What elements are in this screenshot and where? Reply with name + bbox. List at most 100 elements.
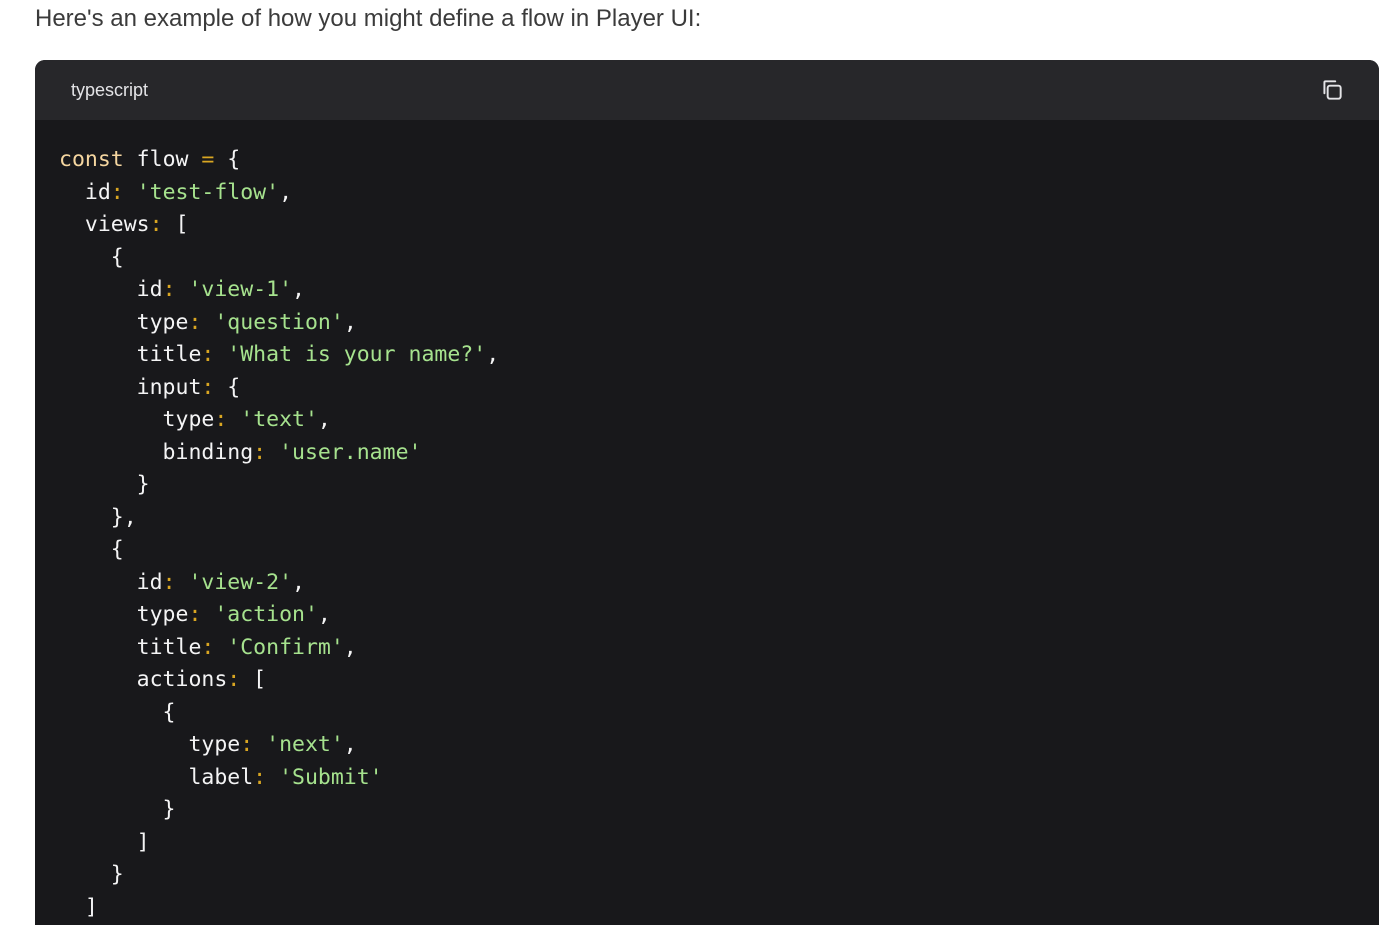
code-text: type [59, 309, 189, 335]
code-line: id: 'view-2', [59, 567, 499, 600]
code-punctuation: : [162, 569, 176, 595]
code-string: 'view-2' [188, 569, 293, 595]
code-block: typescript const flow = { id: 'test-flow… [35, 60, 1379, 925]
code-string: 'text' [240, 407, 318, 432]
code-text: type [59, 407, 215, 432]
code-punctuation: : [227, 667, 241, 692]
code-line: { [59, 534, 499, 567]
code-line: input: { [59, 372, 499, 405]
code-line: { [59, 242, 499, 275]
code-text: } [59, 797, 176, 822]
code-string: 'test-flow' [136, 179, 280, 205]
code-punctuation: : [253, 439, 267, 465]
code-text: input [59, 374, 202, 400]
code-text: , [486, 342, 500, 367]
code-line: views: [ [59, 209, 499, 242]
code-line: type: 'text', [59, 404, 499, 437]
intro-paragraph: Here's an example of how you might defin… [35, 5, 702, 32]
code-line: const flow = { [59, 144, 499, 177]
code-text: flow [123, 147, 202, 172]
code-string: 'action' [214, 602, 318, 627]
code-string: 'What is your name?' [227, 342, 487, 367]
code-text: } [59, 862, 124, 887]
code-text: ] [59, 829, 150, 855]
code-text: type [59, 602, 189, 627]
code-language-label: typescript [71, 80, 149, 100]
code-line: id: 'test-flow', [59, 177, 499, 210]
code-line: } [59, 469, 499, 502]
code-text: { [59, 244, 124, 270]
code-block-header: typescript [35, 60, 1379, 120]
code-line: type: 'action', [59, 599, 499, 632]
code-text: , [279, 179, 293, 205]
code-string: 'view-1' [188, 277, 293, 302]
code-text: views [59, 212, 150, 237]
code-text: , [292, 569, 305, 595]
code-string: 'Submit' [279, 764, 383, 790]
code-text: actions [59, 667, 228, 692]
code-text: { [59, 537, 124, 562]
copy-icon [1323, 80, 1342, 100]
code-line: actions: [ [59, 664, 499, 697]
code-text: , [343, 634, 357, 660]
code-text: , [343, 732, 357, 757]
code-line: label: 'Submit' [59, 762, 499, 795]
code-text: id [59, 179, 111, 205]
code-keyword: const [59, 147, 124, 172]
code-text: label [59, 764, 254, 790]
copy-code-button[interactable] [1319, 77, 1345, 103]
code-text: type [59, 732, 241, 757]
code-string: 'Confirm' [227, 634, 344, 660]
code-line: type: 'next', [59, 729, 499, 762]
code-text: { [59, 699, 176, 725]
code-punctuation: : [214, 407, 228, 432]
code-text: ] [59, 894, 98, 920]
code-text: , [292, 277, 305, 302]
code-string: 'user.name' [279, 439, 422, 465]
code-text: , [343, 309, 357, 335]
code-line: title: 'Confirm', [59, 632, 499, 665]
code-text: title [59, 342, 202, 367]
code-punctuation: = [201, 147, 215, 172]
code-text: [ [240, 667, 267, 692]
code-line: binding: 'user.name' [59, 437, 499, 470]
code-punctuation: : [110, 179, 124, 205]
code-string: 'next' [266, 732, 344, 757]
code-punctuation: : [240, 732, 254, 757]
code-line: type: 'question', [59, 307, 499, 340]
code-text: id [59, 569, 163, 595]
code-line: ] [59, 827, 499, 860]
code-line: { [59, 697, 499, 730]
code-line: } [59, 794, 499, 827]
code-line: title: 'What is your name?', [59, 339, 499, 372]
code-content: const flow = { id: 'test-flow', views: [… [59, 144, 499, 924]
code-string: 'question' [214, 309, 344, 335]
code-punctuation: : [149, 212, 163, 237]
code-text: id [59, 277, 163, 302]
code-punctuation: : [188, 602, 202, 627]
code-text: { [214, 374, 241, 400]
code-punctuation: : [188, 309, 202, 335]
code-text: [ [162, 212, 189, 237]
code-line: ] [59, 892, 499, 925]
code-punctuation: : [201, 342, 215, 367]
code-text: , [317, 407, 331, 432]
code-text: binding [59, 439, 254, 465]
code-punctuation: : [201, 374, 215, 400]
code-text: title [59, 634, 202, 660]
code-punctuation: : [162, 277, 176, 302]
code-text: , [317, 602, 331, 627]
code-text: }, [59, 504, 137, 530]
code-line: id: 'view-1', [59, 274, 499, 307]
